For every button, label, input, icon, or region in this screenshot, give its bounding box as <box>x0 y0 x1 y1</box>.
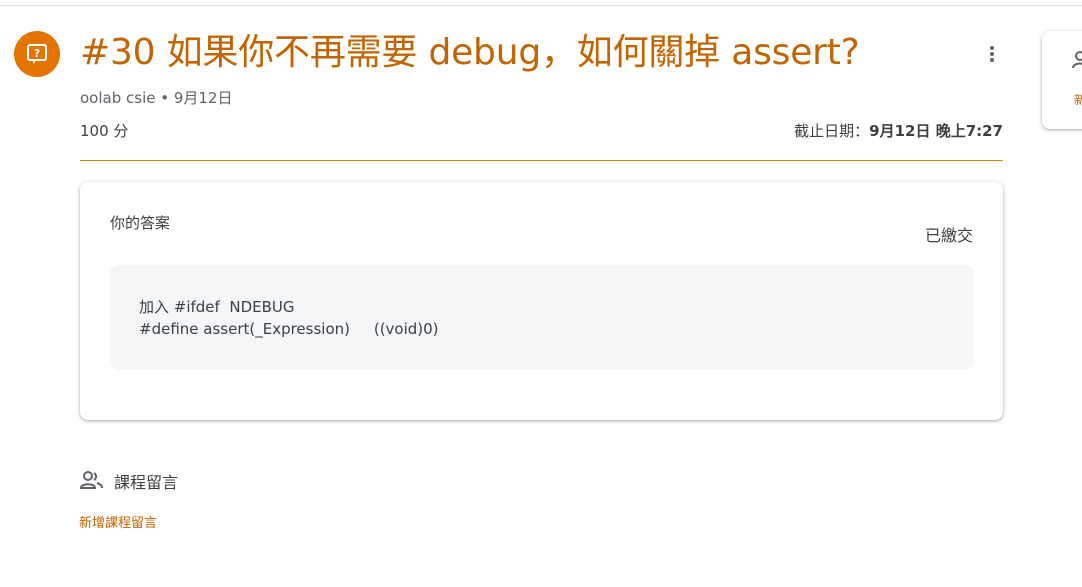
question-icon: ? <box>14 31 60 77</box>
more-vert-icon <box>990 46 994 62</box>
people-icon <box>79 470 104 490</box>
header-divider <box>80 160 1003 161</box>
due-label: 截止日期： <box>794 122 870 140</box>
person-icon <box>1072 51 1082 69</box>
due-date: 截止日期：9月12日 晚上7:27 <box>794 120 1003 141</box>
more-options-button[interactable] <box>976 38 1008 70</box>
svg-text:?: ? <box>34 47 40 60</box>
points: 100 分 <box>80 122 129 140</box>
author-date: oolab csie • 9月12日 <box>80 89 233 107</box>
assignment-title: #30 如果你不再需要 debug，如何關掉 assert? <box>80 32 860 73</box>
due-value: 9月12日 晚上7:27 <box>869 122 1003 140</box>
side-panel-link[interactable]: 新 <box>1074 91 1082 108</box>
answer-text-box: 加入 #ifdef NDEBUG #define assert(_Express… <box>110 265 974 370</box>
side-panel-card: 新 <box>1042 31 1082 129</box>
answer-card: 你的答案 已繳交 加入 #ifdef NDEBUG #define assert… <box>80 182 1003 420</box>
top-divider <box>0 5 1082 6</box>
answer-line: #define assert(_Expression) ((void)0) <box>139 320 439 338</box>
add-class-comment-link[interactable]: 新增課程留言 <box>79 512 157 531</box>
answer-card-title: 你的答案 <box>110 214 171 232</box>
class-comments-title: 課程留言 <box>114 473 179 492</box>
submission-status: 已繳交 <box>924 226 973 245</box>
answer-line: 加入 #ifdef NDEBUG <box>139 298 295 316</box>
